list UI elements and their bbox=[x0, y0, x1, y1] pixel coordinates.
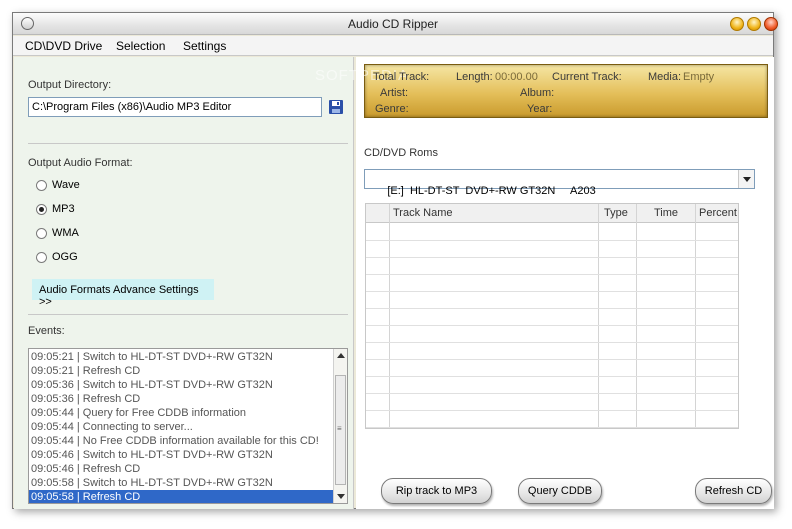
track-table[interactable]: Track Name Type Time Percent bbox=[365, 203, 739, 429]
window-title: Audio CD Ripper bbox=[347, 17, 439, 31]
length-label: Length: bbox=[456, 71, 493, 83]
section-divider bbox=[28, 314, 348, 315]
table-row-divider bbox=[366, 240, 738, 241]
event-line[interactable]: 09:05:46 | Switch to HL-DT-ST DVD+-RW GT… bbox=[29, 448, 347, 462]
advanced-settings-button[interactable]: Audio Formats Advance Settings >> bbox=[32, 279, 214, 308]
table-row-divider bbox=[366, 257, 738, 258]
column-track-name[interactable]: Track Name bbox=[393, 207, 453, 219]
event-line[interactable]: 09:05:58 | Switch to HL-DT-ST DVD+-RW GT… bbox=[29, 476, 347, 490]
event-line[interactable]: 09:05:44 | Query for Free CDDB informati… bbox=[29, 406, 347, 420]
event-line[interactable]: 09:05:36 | Switch to HL-DT-ST DVD+-RW GT… bbox=[29, 378, 347, 392]
table-row-divider bbox=[366, 342, 738, 343]
radio-ogg[interactable] bbox=[36, 252, 47, 263]
table-row-divider bbox=[366, 376, 738, 377]
radio-ogg-label: OGG bbox=[52, 251, 78, 263]
column-divider bbox=[636, 204, 637, 428]
refresh-cd-button[interactable]: Refresh CD bbox=[695, 478, 772, 504]
column-time[interactable]: Time bbox=[654, 207, 678, 219]
menu-bar: CD\DVD Drive Selection Settings bbox=[13, 36, 773, 56]
track-table-header: Track Name Type Time Percent bbox=[366, 204, 738, 223]
events-label: Events: bbox=[28, 325, 65, 337]
minimize-button[interactable] bbox=[730, 17, 744, 31]
table-row-divider bbox=[366, 291, 738, 292]
title-bar: Audio CD Ripper bbox=[13, 13, 778, 35]
radio-wave-label: Wave bbox=[52, 179, 80, 191]
table-row-divider bbox=[366, 410, 738, 411]
column-divider bbox=[598, 204, 599, 428]
genre-label: Genre: bbox=[375, 103, 409, 115]
close-button[interactable] bbox=[764, 17, 778, 31]
scroll-down-icon[interactable] bbox=[337, 494, 345, 499]
save-icon[interactable] bbox=[328, 99, 344, 115]
section-divider bbox=[28, 143, 348, 144]
cd-info-panel: SOFTPEDIA Total Track: Length: 00:00.00 … bbox=[315, 64, 768, 118]
radio-mp3-label: MP3 bbox=[52, 203, 75, 215]
column-divider bbox=[389, 204, 390, 428]
table-row-divider bbox=[366, 427, 738, 428]
rip-track-button[interactable]: Rip track to MP3 bbox=[381, 478, 492, 504]
drives-label: CD/DVD Roms bbox=[364, 147, 438, 159]
left-panel: Output Directory: C:\Program Files (x86)… bbox=[14, 57, 354, 509]
scroll-up-icon[interactable] bbox=[337, 353, 345, 358]
drive-select-value: [E:] HL-DT-ST DVD+-RW GT32N A203 bbox=[387, 185, 596, 197]
current-track-label: Current Track: bbox=[552, 71, 622, 83]
right-panel: SOFTPEDIA Total Track: Length: 00:00.00 … bbox=[315, 57, 774, 509]
menu-cd-dvd-drive[interactable]: CD\DVD Drive bbox=[25, 39, 102, 53]
radio-wave[interactable] bbox=[36, 180, 47, 191]
event-line[interactable]: 09:05:21 | Refresh CD bbox=[29, 364, 347, 378]
menu-selection[interactable]: Selection bbox=[116, 39, 165, 53]
table-row-divider bbox=[366, 359, 738, 360]
column-percent[interactable]: Percent bbox=[699, 207, 737, 219]
scroll-grip-icon: ≡ bbox=[337, 424, 342, 433]
events-list[interactable]: 09:05:21 | Switch to HL-DT-ST DVD+-RW GT… bbox=[28, 348, 348, 504]
event-line[interactable]: 09:05:36 | Refresh CD bbox=[29, 392, 347, 406]
radio-wma[interactable] bbox=[36, 228, 47, 239]
output-directory-field[interactable]: C:\Program Files (x86)\Audio MP3 Editor bbox=[28, 97, 322, 117]
radio-wma-label: WMA bbox=[52, 227, 79, 239]
media-label: Media: bbox=[648, 71, 682, 83]
column-divider bbox=[695, 204, 696, 428]
media-value: Empty bbox=[683, 71, 715, 83]
year-label: Year: bbox=[527, 103, 553, 115]
table-row-divider bbox=[366, 308, 738, 309]
event-line[interactable]: 09:05:46 | Refresh CD bbox=[29, 462, 347, 476]
column-type[interactable]: Type bbox=[604, 207, 628, 219]
length-value: 00:00.00 bbox=[495, 71, 538, 83]
app-window: Audio CD Ripper CD\DVD Drive Selection S… bbox=[12, 12, 778, 509]
maximize-button[interactable] bbox=[747, 17, 761, 31]
drive-select[interactable]: [E:] HL-DT-ST DVD+-RW GT32N A203 bbox=[364, 169, 755, 197]
album-label: Album: bbox=[520, 87, 555, 99]
table-row-divider bbox=[366, 393, 738, 394]
radio-mp3[interactable] bbox=[36, 204, 47, 215]
menu-settings[interactable]: Settings bbox=[183, 39, 226, 53]
output-format-label: Output Audio Format: bbox=[28, 157, 133, 169]
total-track-label: Total Track: bbox=[373, 71, 430, 83]
output-directory-label: Output Directory: bbox=[28, 79, 112, 91]
chevron-down-icon[interactable] bbox=[738, 170, 754, 188]
event-line[interactable]: 09:05:44 | Connecting to server... bbox=[29, 420, 347, 434]
event-line[interactable]: 09:05:58 | Refresh CD bbox=[29, 490, 347, 503]
events-scrollbar[interactable]: ≡ bbox=[333, 349, 347, 503]
event-line[interactable]: 09:05:21 | Switch to HL-DT-ST DVD+-RW GT… bbox=[29, 350, 347, 364]
event-line[interactable]: 09:05:44 | No Free CDDB information avai… bbox=[29, 434, 347, 448]
table-row-divider bbox=[366, 325, 738, 326]
artist-label: Artist: bbox=[380, 87, 409, 99]
table-row-divider bbox=[366, 274, 738, 275]
query-cddb-button[interactable]: Query CDDB bbox=[518, 478, 602, 504]
